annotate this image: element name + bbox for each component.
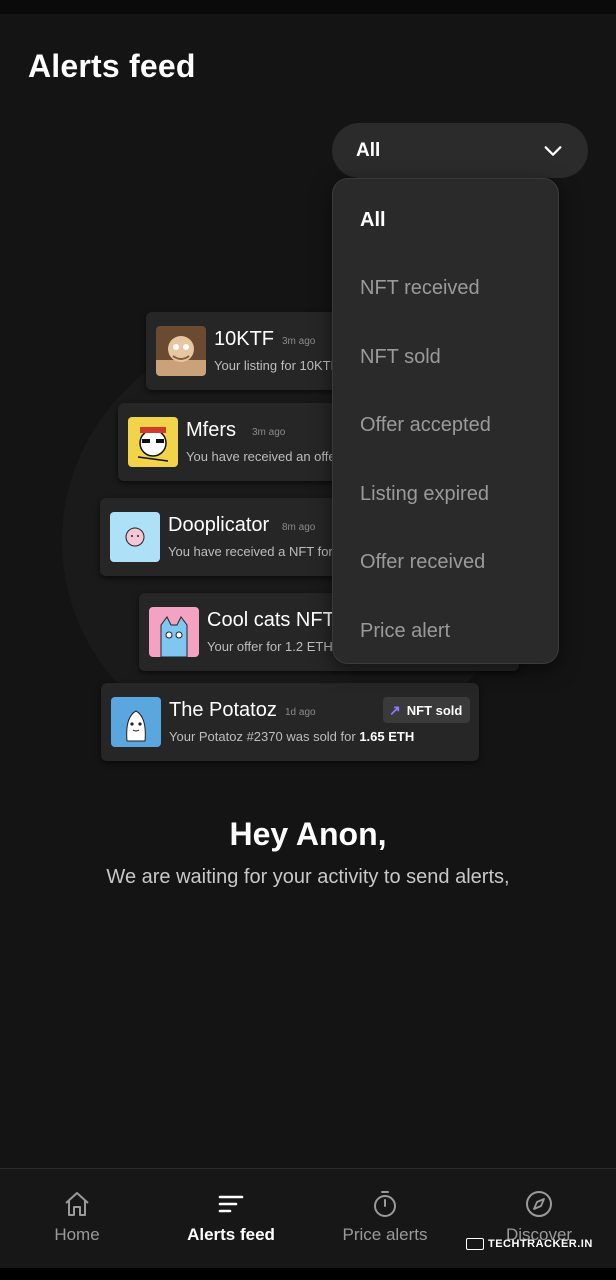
empty-state-title: Hey Anon,: [229, 816, 387, 852]
filter-dropdown-menu: All NFT received NFT sold Offer accepted…: [332, 178, 559, 664]
card-time: 3m ago: [252, 427, 286, 438]
nft-thumbnail: [149, 607, 199, 657]
nav-alerts-feed[interactable]: Alerts feed: [154, 1169, 308, 1269]
nav-discover[interactable]: Discover: [462, 1169, 616, 1269]
nft-thumbnail: [128, 417, 178, 467]
status-bar: [0, 0, 616, 14]
alert-card-dooplicator[interactable]: Dooplicator 8m ago You have received a N…: [100, 498, 346, 576]
filter-selected-value: All: [356, 139, 381, 161]
card-message-text: Your Potatoz #2370 was sold for: [169, 729, 360, 744]
nft-sold-badge: ↗ NFT sold: [383, 697, 471, 723]
nav-price-alerts[interactable]: Price alerts: [308, 1169, 462, 1269]
card-title: Cool cats NFT: [207, 609, 335, 631]
arrow-up-right-icon: ↗: [389, 701, 401, 718]
card-title: Mfers: [186, 419, 236, 441]
card-message: Your offer for 1.2 ETH: [207, 639, 333, 654]
card-amount: 1.65 ETH: [359, 729, 415, 744]
watermark: TECHTRACKER.IN: [466, 1238, 593, 1251]
card-title: The Potatoz: [169, 699, 277, 721]
card-title: 10KTF: [214, 328, 275, 350]
nav-alerts-feed-label: Alerts feed: [187, 1225, 275, 1244]
compass-icon: [526, 1191, 552, 1217]
card-time: 3m ago: [282, 336, 316, 347]
empty-state-subtitle: We are waiting for your activity to send…: [106, 866, 510, 888]
nft-thumbnail: [156, 326, 206, 376]
filter-option-nft-sold[interactable]: NFT sold: [360, 346, 441, 369]
bottom-navigation: Home Alerts feed Price alerts Discover: [0, 1168, 616, 1269]
watermark-logo-icon: [466, 1238, 484, 1251]
filter-option-price-alert[interactable]: Price alert: [360, 620, 450, 643]
card-message: Your listing for 10KTF: [214, 358, 339, 373]
card-message: You have received an offe: [186, 449, 336, 464]
filter-select[interactable]: All: [332, 123, 588, 178]
card-message: You have received a NFT for: [168, 544, 333, 559]
alert-card-potatoz[interactable]: The Potatoz 1d ago ↗ NFT sold Your Potat…: [101, 683, 479, 761]
filter-option-all[interactable]: All: [360, 209, 386, 232]
card-time: 1d ago: [285, 707, 316, 718]
badge-label: NFT sold: [406, 702, 463, 718]
card-message: Your Potatoz #2370 was sold for 1.65 ETH: [169, 729, 414, 744]
nft-thumbnail: [110, 512, 160, 562]
nav-price-alerts-label: Price alerts: [342, 1225, 428, 1244]
alert-card-10ktf[interactable]: 10KTF 3m ago Your listing for 10KTF: [146, 312, 346, 390]
card-title: Dooplicator: [168, 514, 270, 536]
feed-icon: [218, 1195, 244, 1213]
chevron-down-icon: [544, 145, 562, 156]
filter-option-offer-received[interactable]: Offer received: [360, 551, 485, 574]
filter-option-listing-expired[interactable]: Listing expired: [360, 483, 489, 506]
filter-option-nft-received[interactable]: NFT received: [360, 277, 480, 300]
timer-icon: [374, 1191, 396, 1217]
card-time: 8m ago: [282, 522, 316, 533]
system-bar: [0, 1268, 616, 1280]
filter-option-offer-accepted[interactable]: Offer accepted: [360, 414, 491, 437]
alert-card-mfers[interactable]: Mfers 3m ago You have received an offe: [118, 403, 346, 481]
watermark-text: TECHTRACKER.IN: [488, 1238, 593, 1250]
nav-home[interactable]: Home: [0, 1169, 154, 1269]
nav-home-label: Home: [54, 1225, 100, 1244]
nft-thumbnail: [111, 697, 161, 747]
page-title: Alerts feed: [28, 48, 196, 84]
home-icon: [65, 1192, 89, 1216]
